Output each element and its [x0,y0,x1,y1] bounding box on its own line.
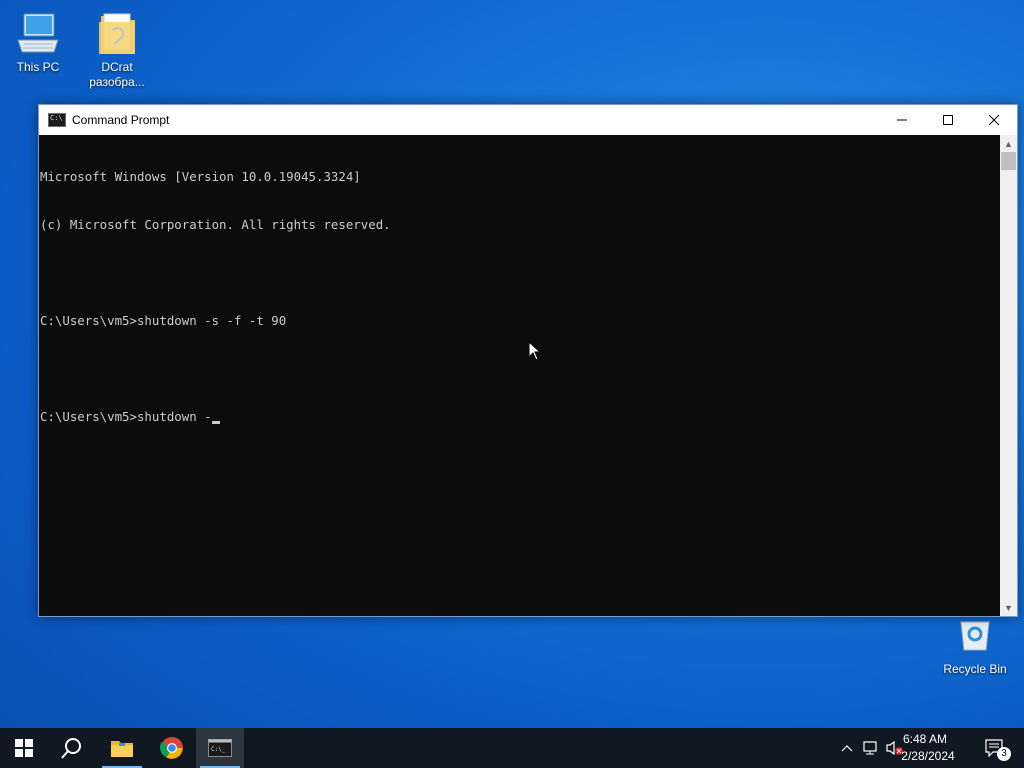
windows-logo-icon [15,739,33,757]
computer-icon [14,10,62,58]
recycle-bin-icon [951,612,999,660]
taskbar: C:\_ 6:48 AM 2/28/2024 3 [0,728,1024,768]
desktop-icon-label: This PC [16,60,60,74]
scroll-thumb[interactable] [1001,152,1016,170]
desktop-icon-this-pc[interactable]: This PC [0,10,76,75]
desktop-icon-dcrat-folder[interactable]: DCrat разобра... [79,10,155,90]
taskbar-chrome[interactable] [148,728,196,768]
console-output[interactable]: Microsoft Windows [Version 10.0.19045.33… [39,135,999,616]
desktop-icon-recycle-bin[interactable]: Recycle Bin [937,612,1013,677]
network-icon [863,741,877,755]
chrome-icon [160,737,183,759]
taskbar-file-explorer[interactable] [98,728,146,768]
text-cursor [211,421,220,424]
vertical-scrollbar[interactable]: ▲ ▼ [1000,135,1017,616]
desktop-icon-label: DCrat разобра... [89,60,145,89]
clock-time[interactable]: 6:48 AM [890,732,960,746]
command-prompt-icon: C:\_ [208,739,232,757]
file-explorer-icon [111,741,133,757]
scroll-down-arrow-icon[interactable]: ▼ [1000,599,1017,616]
search-button[interactable] [48,728,96,768]
close-button[interactable] [971,105,1017,135]
clock-date[interactable]: 2/28/2024 [890,749,966,763]
console-line: C:\Users\vm5>shutdown -s -f -t 90 [40,313,287,328]
action-center-button[interactable]: 3 [980,728,1011,768]
maximize-icon [943,115,953,125]
svg-text:C:\_: C:\_ [211,746,226,753]
folder-icon [93,10,141,58]
chevron-up-icon [841,745,853,752]
minimize-button[interactable] [879,105,925,135]
start-button[interactable] [0,728,48,768]
show-hidden-icons-button[interactable] [838,728,856,768]
minimize-icon [897,119,907,121]
mouse-pointer-icon [528,341,542,361]
console-line: (c) Microsoft Corporation. All rights re… [40,217,391,232]
search-icon [61,738,81,759]
close-icon [988,114,1000,126]
command-prompt-icon [48,113,66,127]
maximize-button[interactable] [925,105,971,135]
window-title: Command Prompt [72,113,170,127]
scroll-up-arrow-icon[interactable]: ▲ [1000,135,1017,152]
console-input-line[interactable]: C:\Users\vm5>shutdown - [40,409,212,424]
desktop-icon-label: Recycle Bin [943,662,1007,676]
title-bar[interactable]: Command Prompt [39,105,1017,135]
notification-count-badge: 3 [997,747,1011,761]
taskbar-command-prompt[interactable]: C:\_ [196,728,244,768]
console-line: Microsoft Windows [Version 10.0.19045.33… [40,169,361,184]
network-status[interactable] [860,728,882,768]
